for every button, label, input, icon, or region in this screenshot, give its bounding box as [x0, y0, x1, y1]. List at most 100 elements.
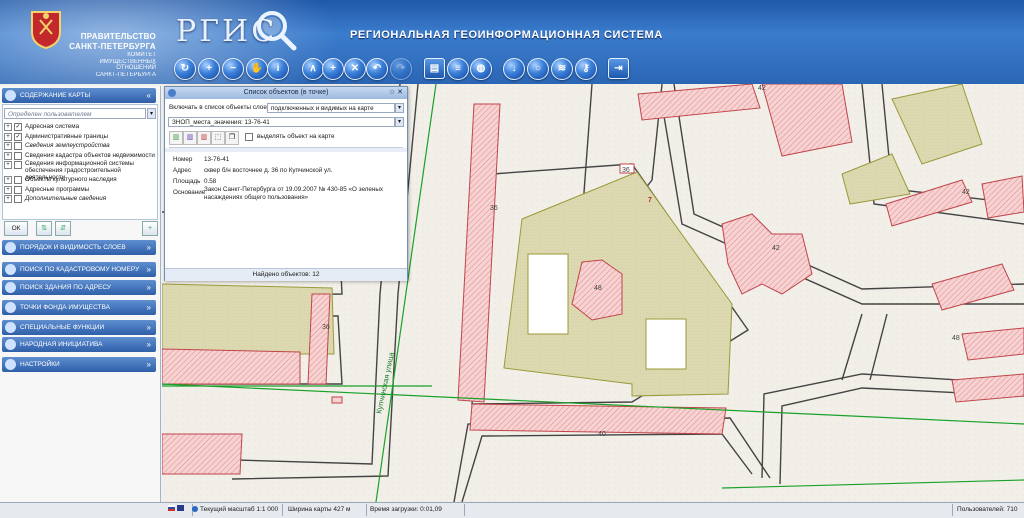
layer-checkbox[interactable]	[14, 161, 22, 169]
magnifier-logo-icon	[257, 11, 297, 51]
section-settings[interactable]: НАСТРОЙКИ »	[2, 357, 156, 372]
tree-item-label: Адресная система	[25, 123, 80, 130]
select-arrow-icon[interactable]: ▾	[147, 108, 156, 119]
section-public-initiative[interactable]: НАРОДНАЯ ИНИЦИАТИВА »	[2, 337, 156, 352]
expand-chevron-icon[interactable]: »	[147, 337, 151, 352]
collapse-chevron-icon[interactable]: «	[147, 88, 151, 103]
zoom-in-icon[interactable]: +	[198, 58, 220, 80]
select-arrow-icon[interactable]: ▾	[395, 117, 404, 127]
layer-tree: + ✓ Адресная система + ✓ Административные гр…	[4, 122, 155, 204]
tree-item[interactable]: + Сведения кадастра объектов недвижимости	[4, 151, 155, 161]
house-number: 7	[648, 197, 652, 204]
user-layer-select[interactable]: Определен пользователем	[4, 108, 146, 119]
layer-checkbox[interactable]	[14, 195, 22, 203]
expand-chevron-icon[interactable]: »	[147, 300, 151, 315]
section-cadastral-search[interactable]: ПОИСК ПО КАДАСТРОВОМУ НОМЕРУ »	[2, 262, 156, 277]
zoom-out-icon[interactable]: −	[222, 58, 244, 80]
layer-checkbox[interactable]	[14, 151, 22, 160]
tree-item[interactable]: + Дополнительные сведения	[4, 194, 152, 204]
divider-band	[165, 148, 407, 152]
pin-icon	[5, 302, 16, 313]
include-label: Включать в список объекты слоев:	[169, 104, 273, 111]
layer-checkbox[interactable]: ✓	[14, 123, 22, 131]
expand-all-icon[interactable]: ⇅	[36, 221, 52, 236]
scale-text: Текущий масштаб 1:1 000	[200, 506, 279, 513]
gear-icon	[5, 359, 16, 370]
tree-item[interactable]: + ✓ Административные границы	[4, 132, 152, 142]
section-layer-order[interactable]: ПОРЯДОК И ВИДИМОСТЬ СЛОЕВ »	[2, 240, 156, 255]
info-icon[interactable]: i	[267, 58, 289, 80]
layer-checkbox[interactable]	[14, 176, 22, 184]
tree-item[interactable]: + Сведения информационной системы обеспеч…	[4, 160, 152, 181]
select-frame-icon[interactable]: ⬚	[211, 131, 225, 145]
ok-button[interactable]: ОК	[4, 221, 28, 236]
section-map-content[interactable]: СОДЕРЖАНИЕ КАРТЫ «	[2, 88, 156, 103]
expand-icon[interactable]: +	[4, 185, 12, 194]
layer-object-select[interactable]: ЗНОП_места_значения: 13-76-41	[168, 117, 395, 127]
clear-icon[interactable]: ✕	[344, 58, 366, 80]
english-flag-icon[interactable]	[176, 505, 184, 511]
expand-icon[interactable]: +	[4, 132, 12, 141]
users-count: Пользователей: 710	[952, 504, 1023, 516]
layer-checkbox[interactable]	[14, 185, 22, 194]
system-title: РЕГИОНАЛЬНАЯ ГЕОИНФОРМАЦИОННАЯ СИСТЕМА	[350, 29, 663, 41]
tree-item[interactable]: + Адресные программы	[4, 185, 152, 195]
tree-item-label: Дополнительные сведения	[25, 195, 107, 202]
tree-item-label: Сведения землеустройства	[25, 142, 110, 149]
field-key: Номер	[173, 156, 193, 163]
highlight-checkbox[interactable]	[245, 133, 253, 141]
russian-flag-icon[interactable]	[168, 505, 175, 511]
popup-controls[interactable]: ☆ ✕	[389, 87, 403, 99]
pan-hand-icon[interactable]: ✋	[246, 58, 268, 80]
export-purple-icon[interactable]: ▥	[183, 131, 197, 145]
section-property-fund[interactable]: ТОЧКИ ФОНДА ИМУЩЕСТВА »	[2, 300, 156, 315]
add-icon[interactable]: +	[322, 58, 344, 80]
tree-item[interactable]: + Объекты культурного наследия	[4, 175, 152, 185]
expand-chevron-icon[interactable]: »	[147, 320, 151, 335]
expand-icon[interactable]: +	[4, 142, 12, 150]
measure-icon[interactable]: ∧	[302, 58, 324, 80]
expand-icon[interactable]: +	[4, 151, 12, 160]
key-icon[interactable]: ⚷	[575, 58, 597, 80]
expand-icon[interactable]: +	[4, 161, 12, 169]
expand-chevron-icon[interactable]: »	[147, 262, 151, 277]
layer-checkbox[interactable]: ✓	[14, 132, 22, 141]
print-icon[interactable]: ▤	[424, 58, 445, 79]
list-icon[interactable]: ≡	[447, 58, 469, 80]
copy-icon[interactable]: ❐	[225, 131, 239, 145]
tree-item[interactable]: + ✓ Адресная система	[4, 122, 152, 132]
layer-checkbox[interactable]	[14, 142, 22, 150]
expand-icon[interactable]: +	[4, 176, 12, 184]
expand-chevron-icon[interactable]: »	[147, 280, 151, 295]
expand-chevron-icon[interactable]: »	[147, 240, 151, 255]
rss-icon[interactable]: ≋	[551, 58, 573, 80]
tree-item-label: Административные границы	[25, 132, 109, 140]
home-icon[interactable]: ↻	[174, 58, 196, 80]
select-arrow-icon[interactable]: ▾	[395, 103, 404, 113]
download-icon[interactable]: ↓	[503, 58, 525, 80]
collapse-all-icon[interactable]: ⇵	[55, 221, 71, 236]
expand-icon[interactable]: +	[4, 123, 12, 131]
search-icon[interactable]: ○	[527, 58, 549, 80]
map-width: Ширина карты 427 м	[284, 504, 367, 516]
section-address-search[interactable]: ПОИСК ЗДАНИЯ ПО АДРЕСУ »	[2, 280, 156, 295]
tree-item[interactable]: + Сведения землеустройства	[4, 141, 152, 151]
expand-icon[interactable]: +	[4, 195, 12, 203]
load-time: Время загрузки: 0:01,09	[366, 504, 465, 516]
forward-icon[interactable]: ↷	[390, 58, 412, 80]
house-number: 42	[772, 245, 780, 252]
export-green-icon[interactable]: ▥	[169, 131, 183, 145]
include-select[interactable]: подключенных и видимых на карте	[267, 103, 395, 113]
field-key: Площадь	[173, 178, 201, 185]
add-layer-icon[interactable]: +	[142, 221, 158, 236]
back-icon[interactable]: ↶	[366, 58, 388, 80]
globe-icon[interactable]: ◍	[470, 58, 492, 80]
export-pdf-icon[interactable]: ▥	[197, 131, 211, 145]
popup-titlebar[interactable]: Список объектов (в точке) ☆ ✕	[165, 87, 407, 99]
exit-icon[interactable]: ⇥	[608, 58, 629, 79]
people-icon	[5, 339, 16, 350]
section-label: ТОЧКИ ФОНДА ИМУЩЕСТВА	[20, 304, 110, 311]
expand-chevron-icon[interactable]: »	[147, 357, 151, 372]
section-special-functions[interactable]: СПЕЦИАЛЬНЫЕ ФУНКЦИИ »	[2, 320, 156, 335]
section-label: НАСТРОЙКИ	[20, 361, 60, 368]
